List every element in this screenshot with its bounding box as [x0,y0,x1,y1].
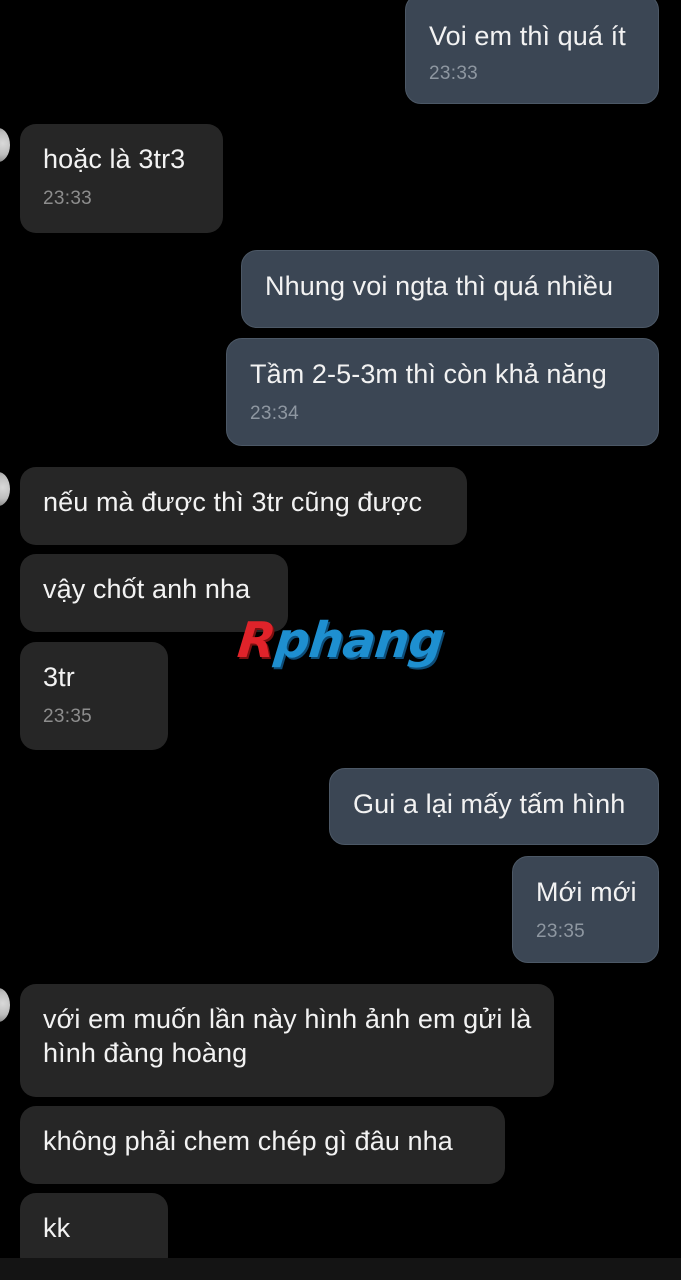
message-text: 3tr [43,662,75,692]
contact-avatar[interactable] [0,472,10,506]
message-bubble-outgoing[interactable]: Tầm 2-5-3m thì còn khả năng 23:34 [226,338,659,446]
message-bubble-outgoing[interactable]: Gui a lại mấy tấm hình [329,768,659,845]
watermark-text: phang [271,611,446,669]
message-text: với em muốn lần này hình ảnh em gửi là h… [43,1004,532,1068]
message-bubble-outgoing[interactable]: Voi em thì quá ít 23:33 [405,0,659,104]
contact-avatar[interactable] [0,128,10,162]
message-text: kk [43,1213,71,1243]
message-text: Gui a lại mấy tấm hình [353,789,626,819]
bottom-bar [0,1258,681,1280]
message-timestamp: 23:33 [43,188,93,209]
message-text: vậy chốt anh nha [43,574,251,604]
message-timestamp: 23:35 [43,706,93,727]
watermark-logo: R phang [235,610,446,670]
message-bubble-incoming[interactable]: 3tr 23:35 [20,642,168,750]
message-text: Voi em thì quá ít [429,21,626,51]
message-text: nếu mà được thì 3tr cũng được [43,487,423,517]
message-bubble-incoming[interactable]: hoặc là 3tr3 23:33 [20,124,223,233]
message-bubble-incoming[interactable]: nếu mà được thì 3tr cũng được [20,467,467,545]
message-timestamp: 23:33 [429,63,479,84]
message-text: hoặc là 3tr3 [43,144,186,174]
message-bubble-outgoing[interactable]: Nhung voi ngta thì quá nhiều [241,250,659,328]
message-bubble-outgoing[interactable]: Mới mới 23:35 [512,856,659,963]
message-text: Nhung voi ngta thì quá nhiều [265,271,614,301]
message-text: Mới mới [536,877,637,907]
message-text: không phải chem chép gì đâu nha [43,1126,453,1156]
message-timestamp: 23:35 [536,921,586,942]
message-text: Tầm 2-5-3m thì còn khả năng [250,359,607,389]
contact-avatar[interactable] [0,988,10,1022]
watermark-letter: R [235,611,278,669]
message-bubble-incoming[interactable]: không phải chem chép gì đâu nha [20,1106,505,1184]
message-timestamp: 23:34 [250,403,300,424]
message-bubble-incoming[interactable]: với em muốn lần này hình ảnh em gửi là h… [20,984,554,1097]
